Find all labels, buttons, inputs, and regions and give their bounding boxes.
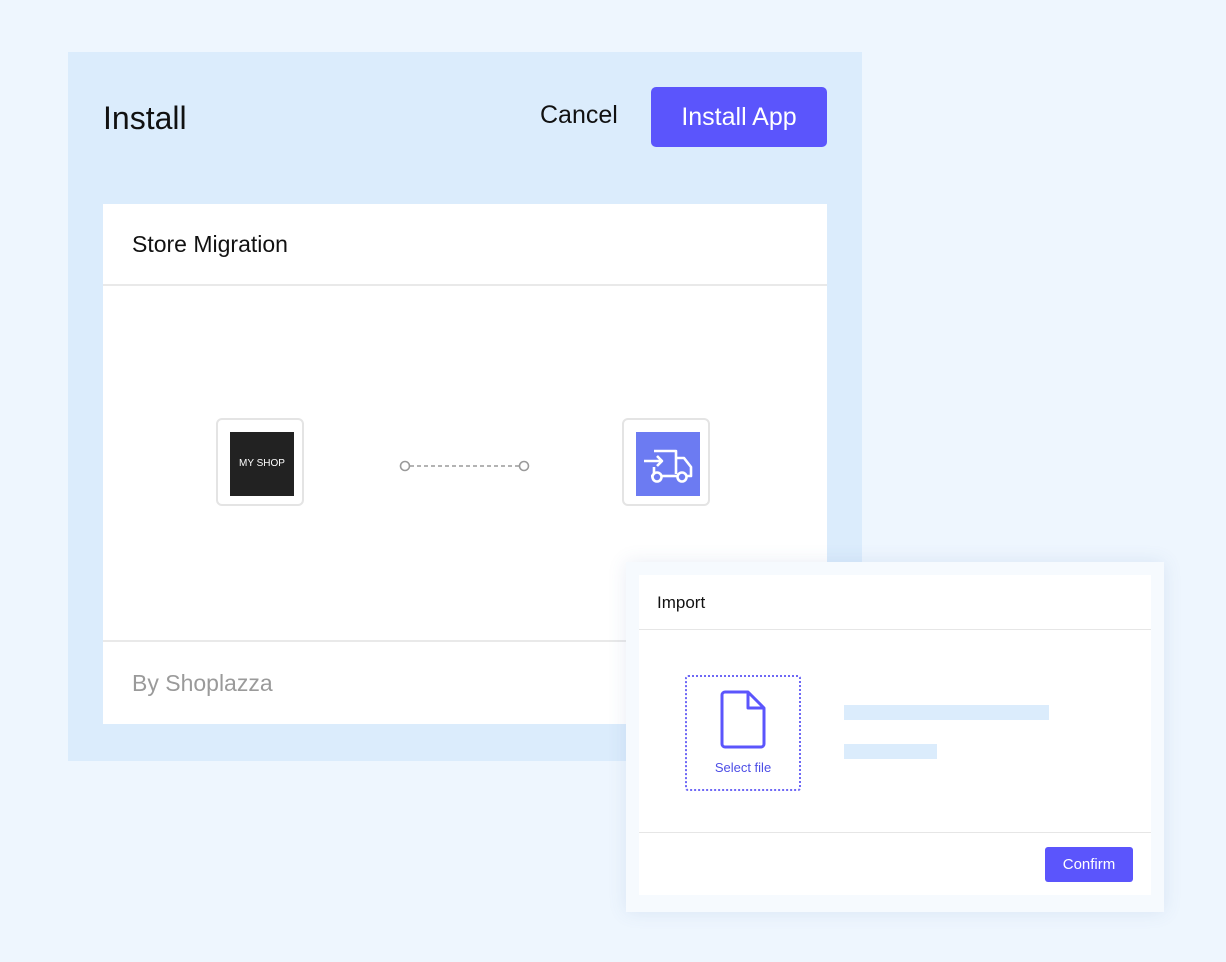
source-store-tile: MY SHOP bbox=[216, 418, 304, 506]
file-size-placeholder bbox=[844, 744, 937, 759]
import-dialog: Import Select file Confirm bbox=[626, 562, 1164, 912]
card-header: Store Migration bbox=[103, 204, 827, 286]
file-name-placeholder bbox=[844, 705, 1049, 720]
import-header: Import bbox=[639, 575, 1151, 630]
install-app-button[interactable]: Install App bbox=[651, 87, 827, 147]
select-file-label: Select file bbox=[714, 760, 772, 775]
connection-line bbox=[399, 460, 530, 472]
delivery-truck-icon bbox=[636, 432, 700, 496]
target-app-tile bbox=[622, 418, 710, 506]
shop-logo: MY SHOP bbox=[230, 432, 294, 496]
developer-byline: By Shoplazza bbox=[132, 670, 273, 696]
import-footer: Confirm bbox=[639, 832, 1151, 895]
select-file-dropzone[interactable]: Select file bbox=[685, 675, 801, 791]
file-icon bbox=[720, 690, 766, 749]
import-dialog-body: Import Select file Confirm bbox=[639, 575, 1151, 895]
confirm-button[interactable]: Confirm bbox=[1045, 847, 1133, 882]
card-title: Store Migration bbox=[132, 231, 288, 257]
cancel-button[interactable]: Cancel bbox=[540, 99, 618, 131]
import-title: Import bbox=[657, 593, 706, 612]
install-title: Install bbox=[103, 100, 187, 136]
